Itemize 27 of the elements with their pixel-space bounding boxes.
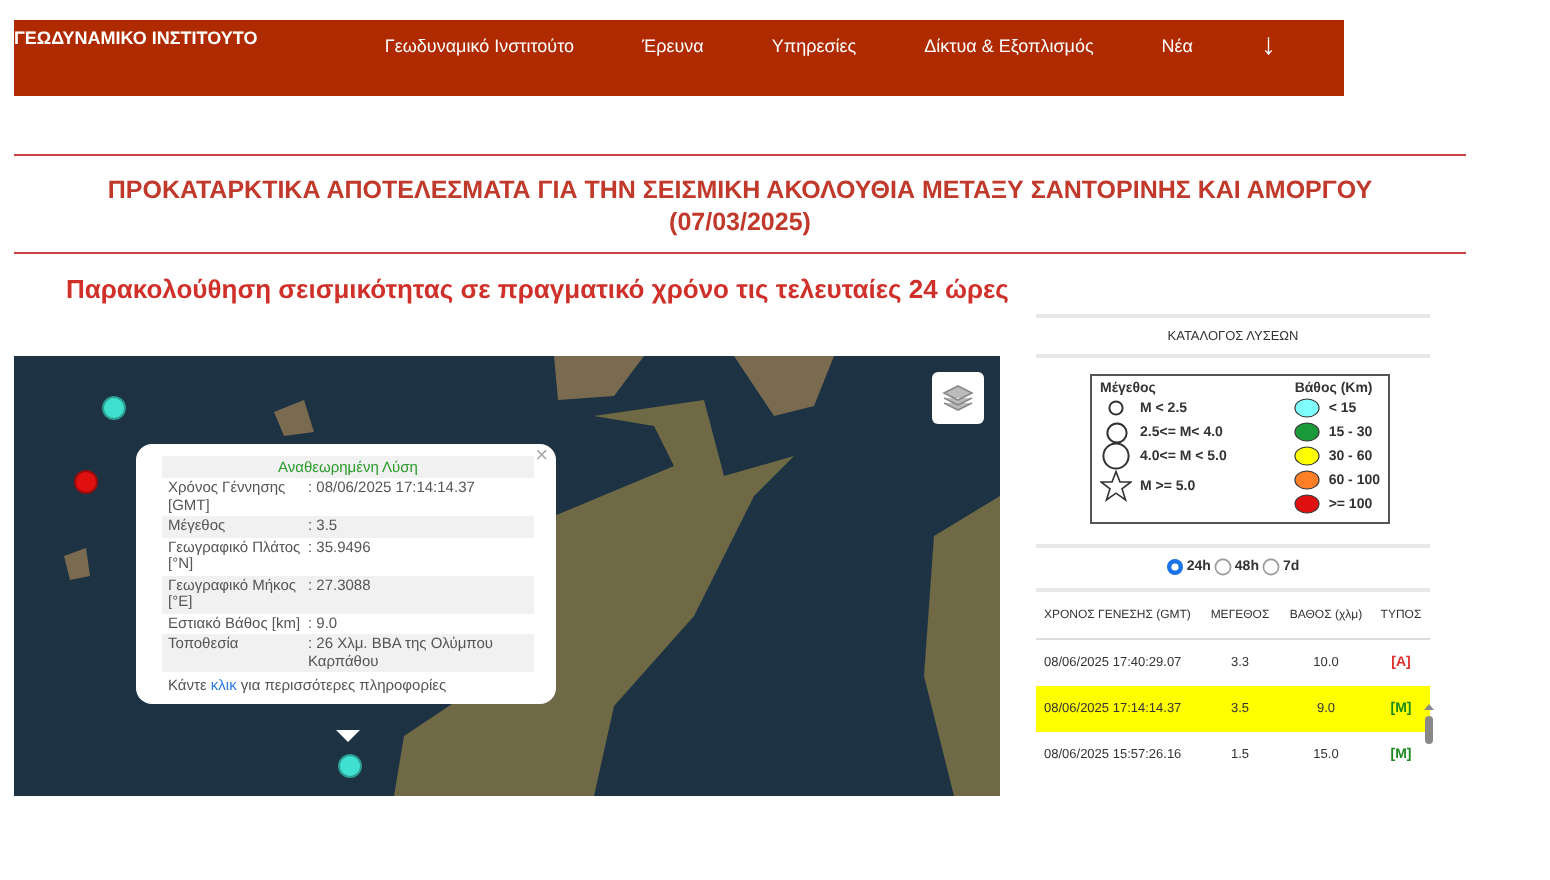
radio-button[interactable] <box>1166 558 1185 576</box>
nav-link[interactable]: Νέα <box>1161 35 1193 55</box>
island-shape <box>274 400 314 436</box>
large-circle-icon <box>1102 442 1130 470</box>
nav-link[interactable]: Γεωδυναμικό Ινστιτούτο <box>384 35 575 55</box>
page-title: ΠΡΟΚΑΤΑΡΚΤΙΚΑ ΑΠΟΤΕΛΕΣΜΑΤΑ ΓΙΑ ΤΗΝ ΣΕΙΣΜΙΚΗ ΑΚΟΛΟΥΘΙΑ ΜΕΤΑΞΥ ΣΑΝΤΟΡΙΝΗΣ ΚΑΙ ΑΜΟΡΓΟΥ <box>105 174 1375 206</box>
nav-link[interactable]: Υπηρεσίες <box>771 35 857 55</box>
satellite-map[interactable] <box>14 356 1000 796</box>
nav-arrow[interactable]: ↓ <box>1261 28 1276 62</box>
earthquake-marker[interactable] <box>338 754 362 778</box>
star-icon <box>1100 470 1132 502</box>
layers-icon <box>942 384 974 412</box>
island-shape <box>64 548 90 580</box>
page-title-date: (07/03/2025) <box>667 206 813 238</box>
nav-link[interactable]: Έρευνα <box>642 35 704 55</box>
earthquake-marker[interactable] <box>74 470 98 494</box>
small-circle-icon <box>1108 400 1124 416</box>
site-logo-text[interactable]: ΓΕΩΔΥΝΑΜΙΚΟ ΙΝΣΤΙΤΟΥΤΟ <box>14 28 385 48</box>
nav-link[interactable]: Δίκτυα & Εξοπλισμός <box>924 35 1094 55</box>
scrollbar-icon[interactable] <box>1424 704 1434 744</box>
layers-button[interactable] <box>932 372 984 424</box>
medium-circle-icon <box>1105 421 1127 443</box>
section-subtitle: Παρακολούθηση σεισμικότητας σε πραγματικό χρόνο τις τελευταίες 24 ώρες <box>66 274 1011 304</box>
popup-pointer <box>336 730 360 742</box>
radio-button[interactable] <box>1262 558 1281 576</box>
radio-button[interactable] <box>1214 558 1233 576</box>
earthquake-marker[interactable] <box>102 396 126 420</box>
